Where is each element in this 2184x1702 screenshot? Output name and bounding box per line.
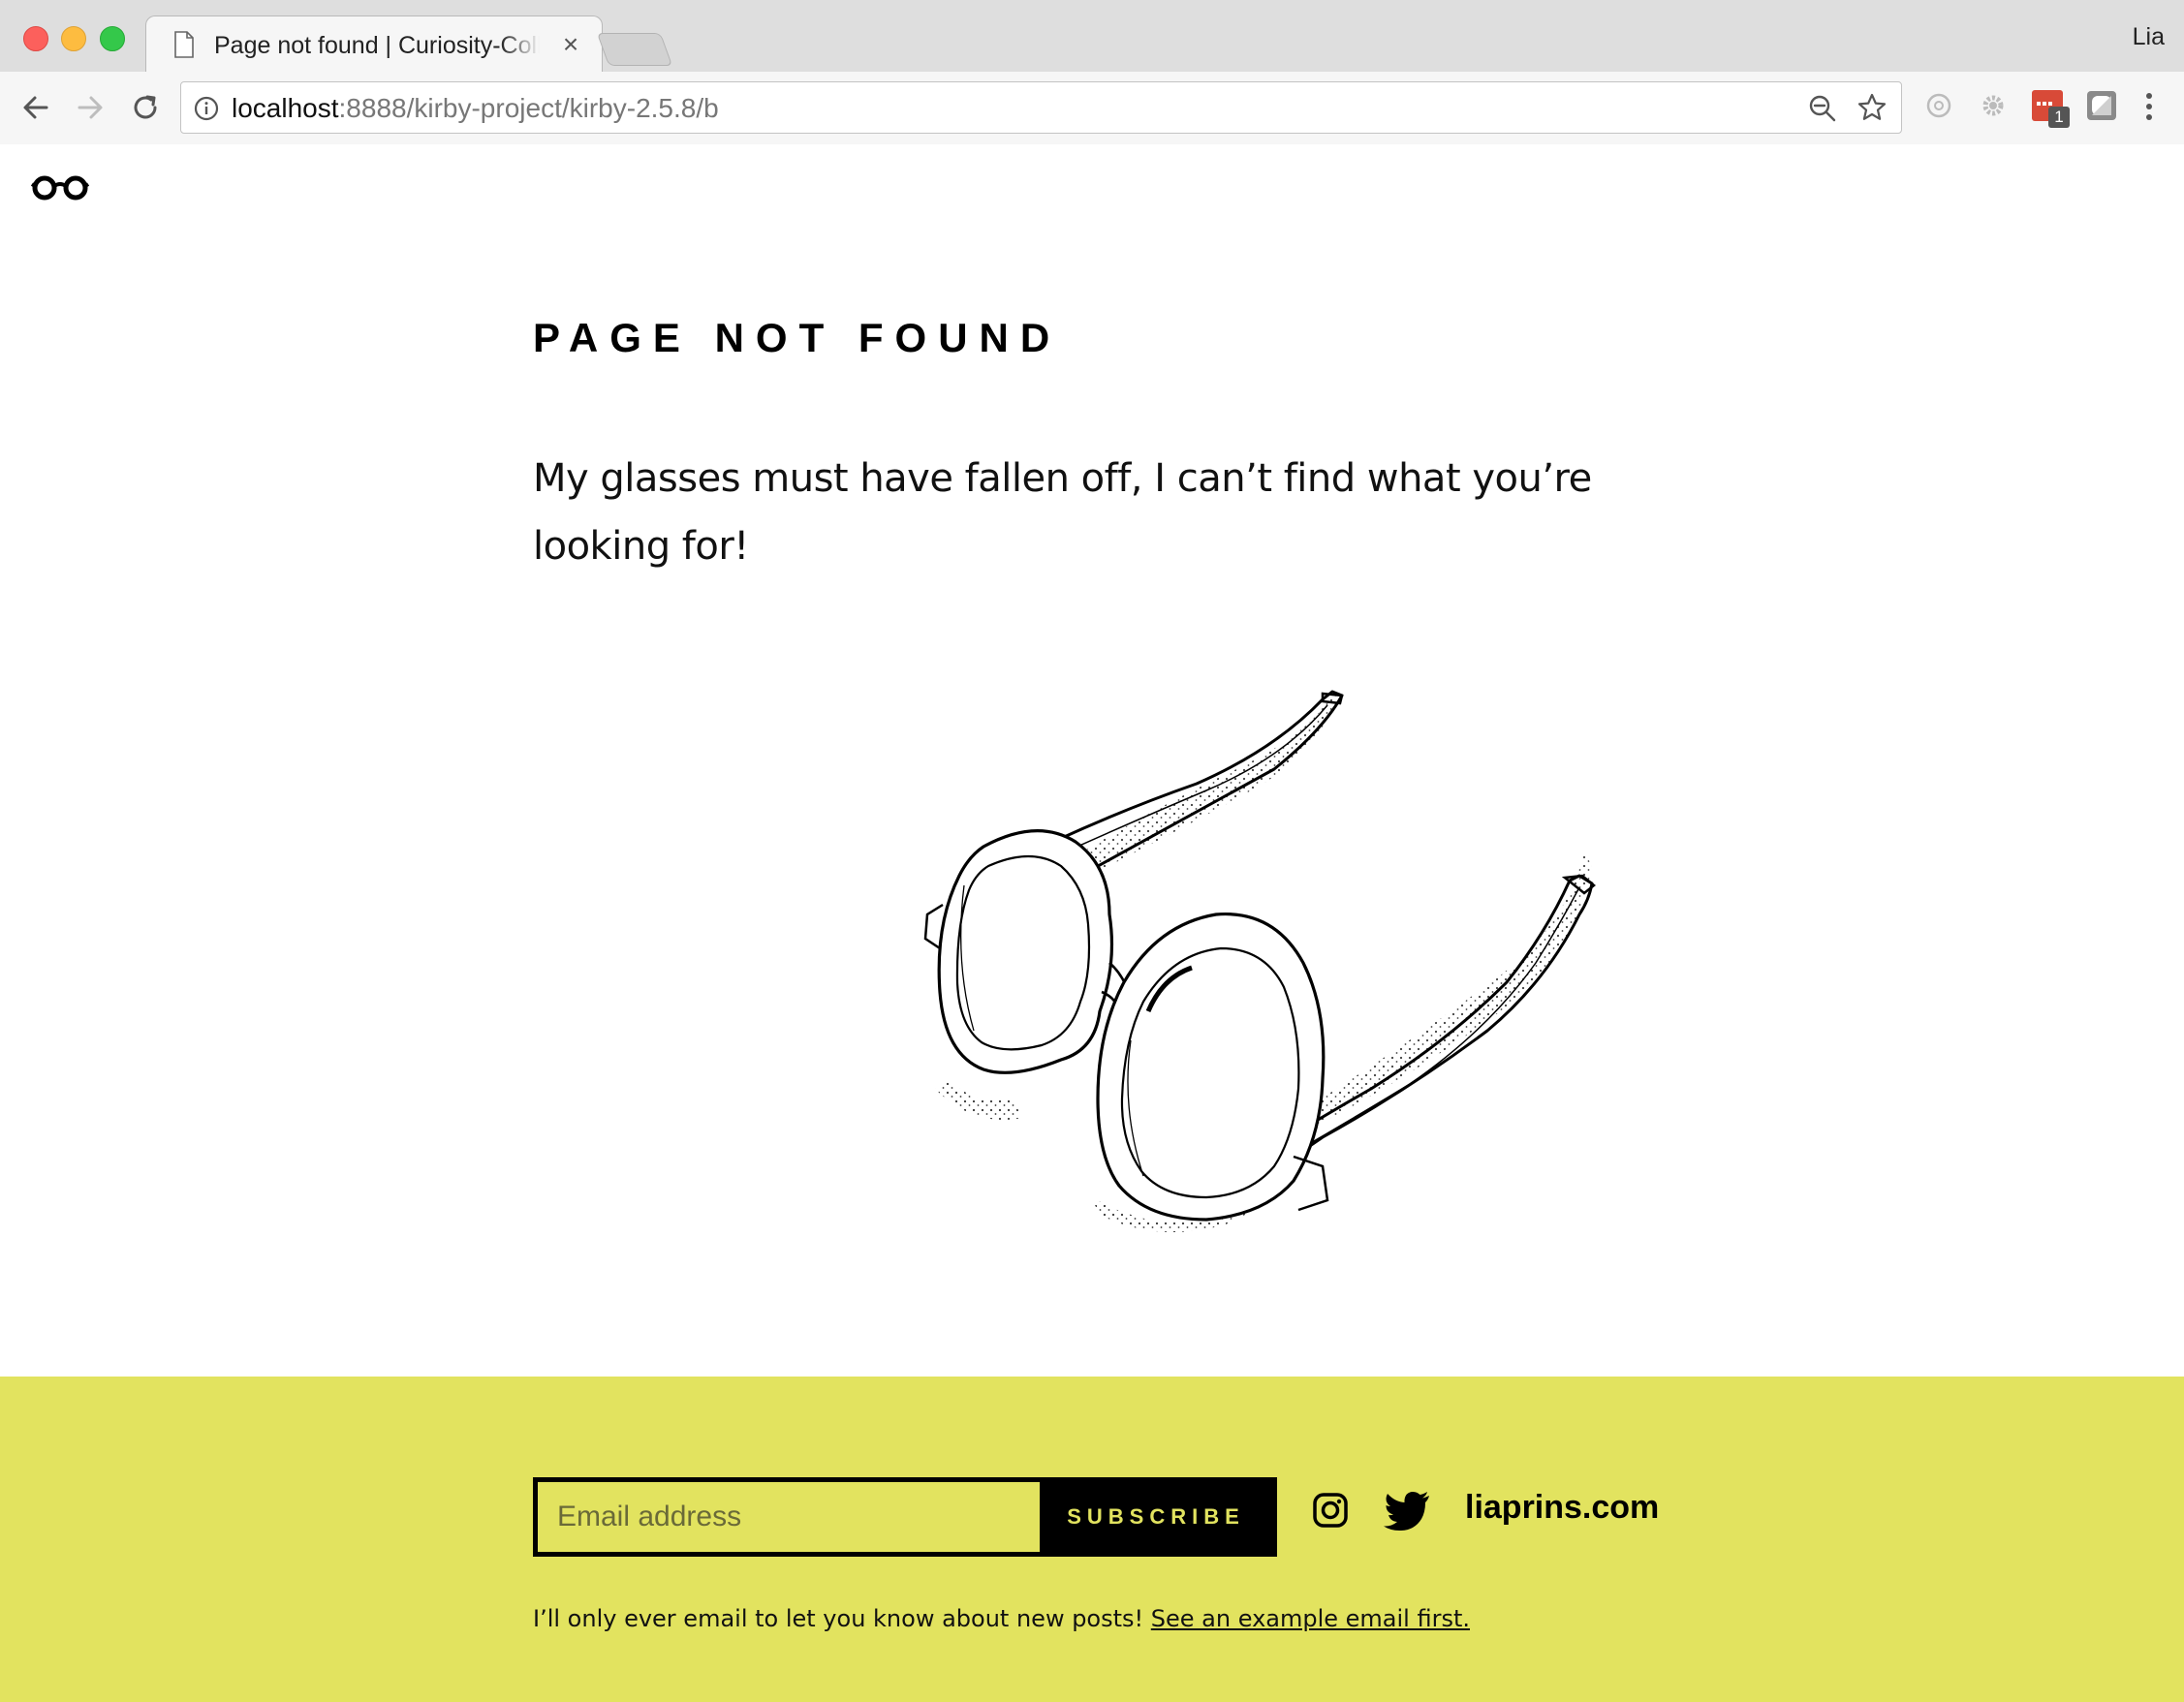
footer-note-text: I’ll only ever email to let you know abo… [533, 1605, 1151, 1632]
reload-icon[interactable] [127, 89, 164, 126]
example-email-link[interactable]: See an example email first. [1151, 1605, 1470, 1632]
extension-circle-icon[interactable] [1922, 89, 1955, 122]
address-bar[interactable]: localhost:8888/kirby-project/kirby-2.5.8… [180, 81, 1902, 134]
window-maximize-button[interactable] [100, 26, 125, 51]
info-icon[interactable] [193, 95, 220, 122]
instagram-icon[interactable] [1312, 1491, 1349, 1530]
tab-title: Page not found | Curiosity-Collective [214, 32, 540, 59]
tab-close-icon[interactable]: × [557, 29, 584, 59]
window-close-button[interactable] [23, 26, 48, 51]
email-input[interactable] [538, 1482, 1040, 1552]
newsletter-form: SUBSCRIBE [533, 1477, 1277, 1557]
glasses-illustration [923, 688, 1596, 1232]
forward-icon[interactable] [72, 89, 109, 126]
page-title: PAGE NOT FOUND [533, 315, 1062, 360]
back-icon[interactable] [17, 89, 54, 126]
page-intro: My glasses must have fallen off, I can’t… [533, 456, 1592, 569]
new-tab-button[interactable] [596, 33, 673, 66]
extension-square-icon[interactable] [2085, 89, 2118, 122]
window-minimize-button[interactable] [61, 26, 86, 51]
footer: SUBSCRIBE liaprins.com I’ll only ever em… [0, 1377, 2184, 1702]
extension-gear-icon[interactable] [1977, 89, 2010, 122]
browser-toolbar: localhost:8888/kirby-project/kirby-2.5.8… [0, 72, 2184, 144]
browser-menu-icon[interactable] [2137, 89, 2161, 124]
browser-chrome: Page not found | Curiosity-Collective × … [0, 0, 2184, 144]
zoom-icon[interactable] [1808, 94, 1837, 123]
url-host: localhost [232, 93, 339, 123]
site-link[interactable]: liaprins.com [1465, 1489, 1659, 1527]
extension-badge: 1 [2048, 107, 2070, 128]
extension-red-icon[interactable]: 1 [2031, 89, 2070, 128]
subscribe-button[interactable]: SUBSCRIBE [1040, 1482, 1272, 1552]
glasses-logo-icon[interactable] [31, 173, 89, 201]
star-icon[interactable] [1856, 92, 1888, 123]
document-icon [174, 31, 194, 58]
tab-strip: Page not found | Curiosity-Collective × … [0, 0, 2184, 72]
active-tab[interactable]: Page not found | Curiosity-Collective × [145, 15, 603, 72]
url-text[interactable]: localhost:8888/kirby-project/kirby-2.5.8… [232, 93, 719, 124]
footer-note: I’ll only ever email to let you know abo… [533, 1605, 1470, 1632]
profile-name[interactable]: Lia [2133, 23, 2165, 51]
url-path: :8888/kirby-project/kirby-2.5.8/b [338, 93, 719, 123]
twitter-icon[interactable] [1384, 1491, 1430, 1532]
